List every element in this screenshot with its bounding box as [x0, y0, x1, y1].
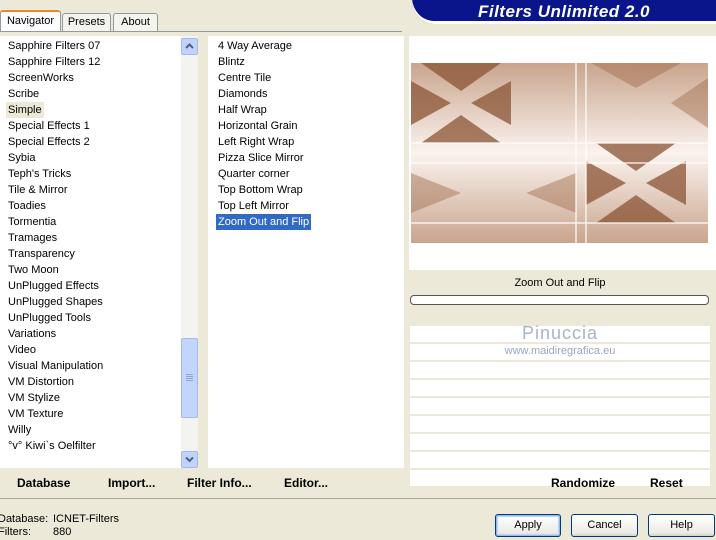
scroll-thumb[interactable] — [181, 337, 198, 418]
cancel-button[interactable]: Cancel — [571, 514, 638, 537]
grip-line — [186, 379, 193, 381]
database-label: Database: — [0, 513, 49, 525]
category-item[interactable]: Scribe — [8, 86, 39, 102]
filter-info-button[interactable]: Filter Info... — [187, 476, 252, 490]
filter-item[interactable]: Quarter corner — [216, 166, 292, 182]
category-item[interactable]: Toadies — [8, 198, 46, 214]
scroll-up-button[interactable] — [181, 38, 198, 55]
filter-item[interactable]: 4 Way Average — [216, 38, 294, 54]
category-item[interactable]: UnPlugged Shapes — [8, 294, 103, 310]
category-item[interactable]: Visual Manipulation — [8, 358, 103, 374]
banner-title: Filters Unlimited 2.0 — [477, 2, 651, 21]
category-item[interactable]: Special Effects 1 — [8, 118, 90, 134]
category-item[interactable]: Willy — [8, 422, 31, 438]
filter-item[interactable]: Diamonds — [216, 86, 270, 102]
randomize-button[interactable]: Randomize — [551, 476, 615, 490]
grip-line — [186, 375, 193, 377]
parameter-row — [410, 380, 710, 396]
watermark-url: www.maidiregrafica.eu — [504, 345, 616, 357]
grip-line — [186, 373, 193, 375]
help-button[interactable]: Help — [648, 514, 715, 537]
category-item[interactable]: ScreenWorks — [8, 70, 74, 86]
filter-preview-image — [411, 63, 708, 243]
category-list[interactable]: Sapphire Filters 07 Sapphire Filters 12 Sc… — [0, 36, 181, 468]
footer-divider — [0, 498, 716, 499]
scroll-down-button[interactable] — [181, 451, 198, 468]
category-scrollbar[interactable] — [181, 36, 198, 468]
filter-item[interactable]: Top Left Mirror — [216, 198, 291, 214]
chevron-down-icon — [185, 456, 194, 463]
filter-item[interactable]: Left Right Wrap — [216, 134, 296, 150]
tab-about[interactable]: About — [113, 13, 158, 31]
category-item[interactable]: Tile & Mirror — [8, 182, 67, 198]
filter-item[interactable]: Blintz — [216, 54, 247, 70]
category-item[interactable]: UnPlugged Tools — [8, 310, 91, 326]
filter-item[interactable]: Horizontal Grain — [216, 118, 299, 134]
import-button[interactable]: Import... — [108, 476, 155, 490]
filters-count-value: 880 — [53, 526, 72, 538]
preview-pattern — [411, 63, 708, 243]
category-item[interactable]: Sapphire Filters 12 — [8, 54, 100, 70]
tab-presets[interactable]: Presets — [62, 13, 111, 31]
reset-button[interactable]: Reset — [650, 476, 683, 490]
grip-line — [186, 377, 193, 379]
category-item[interactable]: Two Moon — [8, 262, 59, 278]
filter-item[interactable]: Pizza Slice Mirror — [216, 150, 306, 166]
category-item[interactable]: Simple — [6, 102, 44, 118]
tab-navigator[interactable]: Navigator — [0, 10, 61, 32]
parameter-row — [410, 416, 710, 432]
filters-count-label: Filters: — [0, 526, 31, 538]
editor-button[interactable]: Editor... — [284, 476, 328, 490]
apply-button[interactable]: Apply — [495, 514, 561, 537]
category-item[interactable]: Sybia — [8, 150, 36, 166]
preview-filter-name: Zoom Out and Flip — [514, 277, 606, 289]
database-button[interactable]: Database — [17, 476, 70, 490]
category-item[interactable]: Tramages — [8, 230, 57, 246]
tab-strip-divider — [0, 31, 402, 32]
category-item[interactable]: Sapphire Filters 07 — [8, 38, 100, 54]
database-value: ICNET-Filters — [53, 513, 119, 525]
filter-item[interactable]: Centre Tile — [216, 70, 273, 86]
filter-item[interactable]: Zoom Out and Flip — [216, 214, 312, 230]
parameter-row — [410, 452, 710, 468]
category-item[interactable]: Transparency — [8, 246, 75, 262]
parameter-row — [410, 362, 710, 378]
category-item[interactable]: Video — [8, 342, 36, 358]
chevron-up-icon — [185, 43, 194, 49]
category-item[interactable]: Special Effects 2 — [8, 134, 90, 150]
parameter-row — [410, 398, 710, 414]
category-item[interactable]: Variations — [8, 326, 56, 342]
category-item[interactable]: VM Texture — [8, 406, 63, 422]
filter-list[interactable]: 4 Way Average Blintz Centre Tile Diamonds Ha… — [208, 36, 404, 468]
category-item[interactable]: Tormentia — [8, 214, 56, 230]
category-item[interactable]: VM Distortion — [8, 374, 74, 390]
category-item[interactable]: VM Stylize — [8, 390, 60, 406]
category-item[interactable]: °v° Kiwi`s Oelfilter — [8, 438, 96, 454]
category-item[interactable]: Teph's Tricks — [8, 166, 71, 182]
progress-bar — [410, 295, 709, 305]
filter-item[interactable]: Top Bottom Wrap — [216, 182, 305, 198]
parameter-row — [410, 434, 710, 450]
filter-item[interactable]: Half Wrap — [216, 102, 269, 118]
category-item[interactable]: UnPlugged Effects — [8, 278, 99, 294]
watermark-name: Pinuccia — [521, 323, 599, 343]
